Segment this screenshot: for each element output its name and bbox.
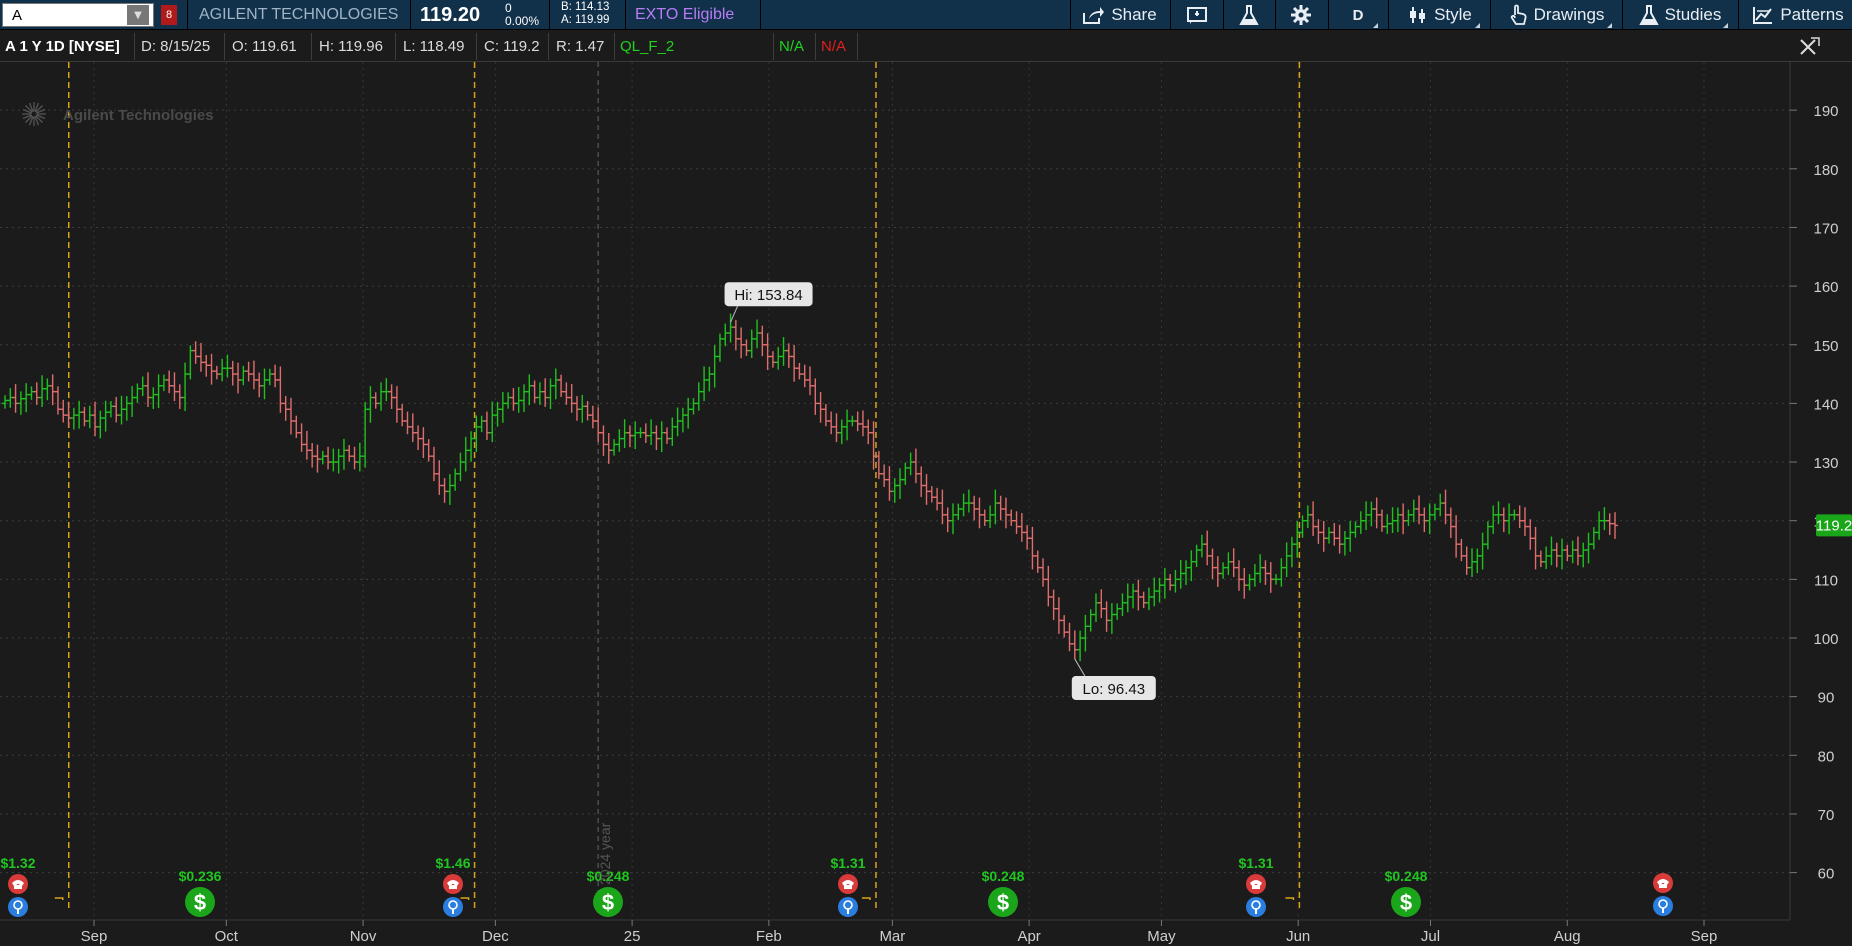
chevron-down-icon[interactable]: ▼: [127, 5, 149, 25]
price-tick-label: 100: [1813, 631, 1838, 648]
hi-label: Hi: 153.84: [734, 287, 802, 304]
price-tick-label: 180: [1813, 162, 1838, 179]
watermark-text: Agilent Technologies: [63, 107, 214, 124]
candles-icon: [1410, 7, 1426, 23]
price-tick-label: 130: [1813, 455, 1838, 472]
dollar-icon: $: [997, 890, 1009, 915]
time-tick-label: Jul: [1421, 928, 1440, 945]
patterns-button[interactable]: Patterns: [1745, 0, 1851, 30]
bar-high: H: 119.96: [319, 38, 383, 55]
ask-price: A: 119.99: [561, 14, 610, 26]
dividend-amount: $1.31: [1238, 855, 1273, 871]
time-tick-label: Mar: [879, 928, 905, 945]
bar-range: R: 1.47: [556, 38, 605, 55]
aggregation-button[interactable]: D: [1336, 0, 1380, 30]
bid-price: B: 114.13: [561, 1, 610, 13]
studies-button[interactable]: Studies: [1630, 0, 1730, 30]
time-tick-label: Oct: [215, 928, 239, 945]
symbol-input[interactable]: [3, 5, 127, 25]
time-tick-label: Dec: [482, 928, 509, 945]
settings-button[interactable]: [1284, 0, 1318, 30]
price-tick-label: 60: [1818, 866, 1835, 883]
hand-pointer-icon: [1510, 4, 1527, 25]
price-tick-label: 140: [1813, 396, 1838, 413]
message-icon: [1187, 7, 1207, 24]
crosshair-icon[interactable]: [1797, 36, 1821, 58]
drawings-button[interactable]: Drawings: [1498, 0, 1614, 30]
time-tick-label: Apr: [1017, 928, 1040, 945]
message-button[interactable]: [1180, 0, 1214, 30]
gear-icon: [1291, 5, 1311, 25]
price-change: 0 0.00%: [505, 2, 539, 28]
year-marker-label: 2024 year: [597, 822, 613, 885]
style-button[interactable]: Style: [1398, 0, 1482, 30]
patterns-icon: [1753, 7, 1773, 24]
top-toolbar: ▼ 8 AGILENT TECHNOLOGIES 119.20 0 0.00% …: [0, 0, 1852, 30]
bar-low: L: 118.49: [403, 38, 465, 55]
time-tick-label: Feb: [756, 928, 782, 945]
bar-date: D: 8/15/25: [141, 38, 211, 55]
time-tick-label: Sep: [81, 928, 108, 945]
price-tick-label: 80: [1818, 748, 1835, 765]
time-tick-label: Jun: [1286, 928, 1310, 945]
time-tick-label: 25: [624, 928, 641, 945]
link-group-badge[interactable]: 8: [161, 5, 177, 25]
bar-close: C: 119.2: [484, 38, 540, 55]
flask-icon: [1638, 5, 1659, 25]
flask-icon: [1239, 5, 1259, 25]
study-label[interactable]: QL_F_2: [620, 37, 674, 56]
price-tick-label: 70: [1818, 807, 1835, 824]
price-chart[interactable]: Agilent Technologies Hi: 153.84 Lo: 96.43…: [0, 62, 1852, 946]
company-name: AGILENT TECHNOLOGIES: [199, 6, 399, 23]
dividend-label: $0.248: [982, 868, 1025, 884]
lo-label: Lo: 96.43: [1083, 681, 1146, 698]
price-tick-label: 110: [1814, 572, 1838, 589]
study-value-red: N/A: [821, 38, 847, 55]
flask-button[interactable]: [1232, 0, 1266, 30]
percent-change: 0.00%: [505, 14, 540, 28]
dividend-amount: $1.32: [0, 855, 35, 871]
symbol-selector[interactable]: ▼: [2, 3, 154, 27]
time-tick-label: May: [1147, 928, 1176, 945]
study-value-green: N/A: [779, 38, 805, 55]
price-tick-label: 170: [1813, 220, 1838, 237]
price-tick-label: 150: [1813, 338, 1838, 355]
agilent-logo-icon: [22, 102, 46, 126]
price-tick-label: 160: [1813, 279, 1838, 296]
dividend-amount: $1.46: [435, 855, 470, 871]
share-icon: [1083, 7, 1105, 24]
exto-eligible-badge: EXTO Eligible: [635, 6, 735, 23]
price-tick-label: 190: [1813, 103, 1838, 120]
share-button[interactable]: Share: [1078, 0, 1160, 30]
last-price-label: 119.2: [1816, 517, 1852, 534]
time-tick-label: Nov: [350, 928, 377, 945]
bid-ask: B: 114.13 A: 119.99: [561, 1, 609, 27]
dividend-label: $0.248: [1385, 868, 1428, 884]
price-tick-label: 90: [1818, 690, 1835, 707]
chart-info-bar: A 1 Y 1D [NYSE] D: 8/15/25 O: 119.61 H: …: [0, 31, 1852, 62]
dollar-icon: $: [194, 890, 206, 915]
bar-open: O: 119.61: [232, 38, 297, 55]
time-tick-label: Aug: [1554, 928, 1581, 945]
dividend-label: $0.236: [179, 868, 222, 884]
dividend-amount: $1.31: [830, 855, 865, 871]
last-price: 119.20: [420, 3, 481, 26]
dollar-icon: $: [1400, 890, 1412, 915]
chart-symbol-label[interactable]: A 1 Y 1D [NYSE]: [5, 37, 120, 56]
dollar-icon: $: [602, 890, 614, 915]
time-tick-label: Sep: [1691, 928, 1718, 945]
